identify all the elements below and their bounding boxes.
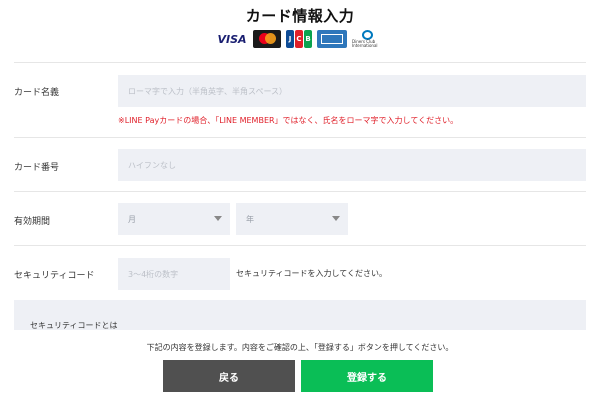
diners-logo: Diners Club International: [352, 30, 384, 48]
card-number-label: カード番号: [14, 163, 60, 173]
expiry-year-select[interactable]: 年: [236, 203, 348, 235]
expiry-month-select[interactable]: 月: [118, 203, 230, 235]
footer: 下記の内容を登録します。内容をご確認の上、「登録する」ボタンを押してください。 …: [0, 330, 600, 400]
security-code-row: セキュリティコード 3〜4桁の数字 セキュリティコードを入力してください。: [14, 245, 586, 300]
register-button[interactable]: 登録する: [301, 360, 433, 392]
amex-logo: [317, 30, 347, 48]
card-brand-logos: VISA J C B Diners Club International: [0, 30, 600, 48]
card-name-input[interactable]: ローマ字で入力（半角英字、半角スペース）: [118, 75, 586, 107]
expiry-year-value: 年: [246, 214, 254, 224]
footer-notice: 下記の内容を登録します。内容をご確認の上、「登録する」ボタンを押してください。: [146, 343, 454, 352]
jcb-logo: J C B: [286, 30, 312, 48]
chevron-down-icon: [332, 216, 340, 221]
security-code-label: セキュリティコード: [14, 271, 95, 281]
card-name-warning: ※LINE Payカードの場合、「LINE MEMBER」ではなく、氏名をローマ…: [118, 116, 459, 125]
security-code-input[interactable]: 3〜4桁の数字: [118, 258, 230, 290]
expiry-label: 有効期間: [14, 217, 51, 227]
mastercard-logo: [253, 30, 281, 48]
expiry-row: 有効期間 月 年: [14, 191, 586, 246]
security-code-hint: セキュリティコードを入力してください。: [236, 269, 388, 278]
card-number-row: カード番号 ハイフンなし: [14, 137, 586, 192]
expiry-month-value: 月: [128, 214, 136, 224]
back-button[interactable]: 戻る: [163, 360, 295, 392]
card-name-label: カード名義: [14, 88, 60, 98]
page-title: カード情報入力: [245, 7, 355, 25]
card-name-row: カード名義 ローマ字で入力（半角英字、半角スペース） ※LINE Payカードの…: [14, 62, 586, 138]
chevron-down-icon: [214, 216, 222, 221]
card-number-input[interactable]: ハイフンなし: [118, 149, 586, 181]
visa-logo: VISA: [217, 32, 247, 46]
